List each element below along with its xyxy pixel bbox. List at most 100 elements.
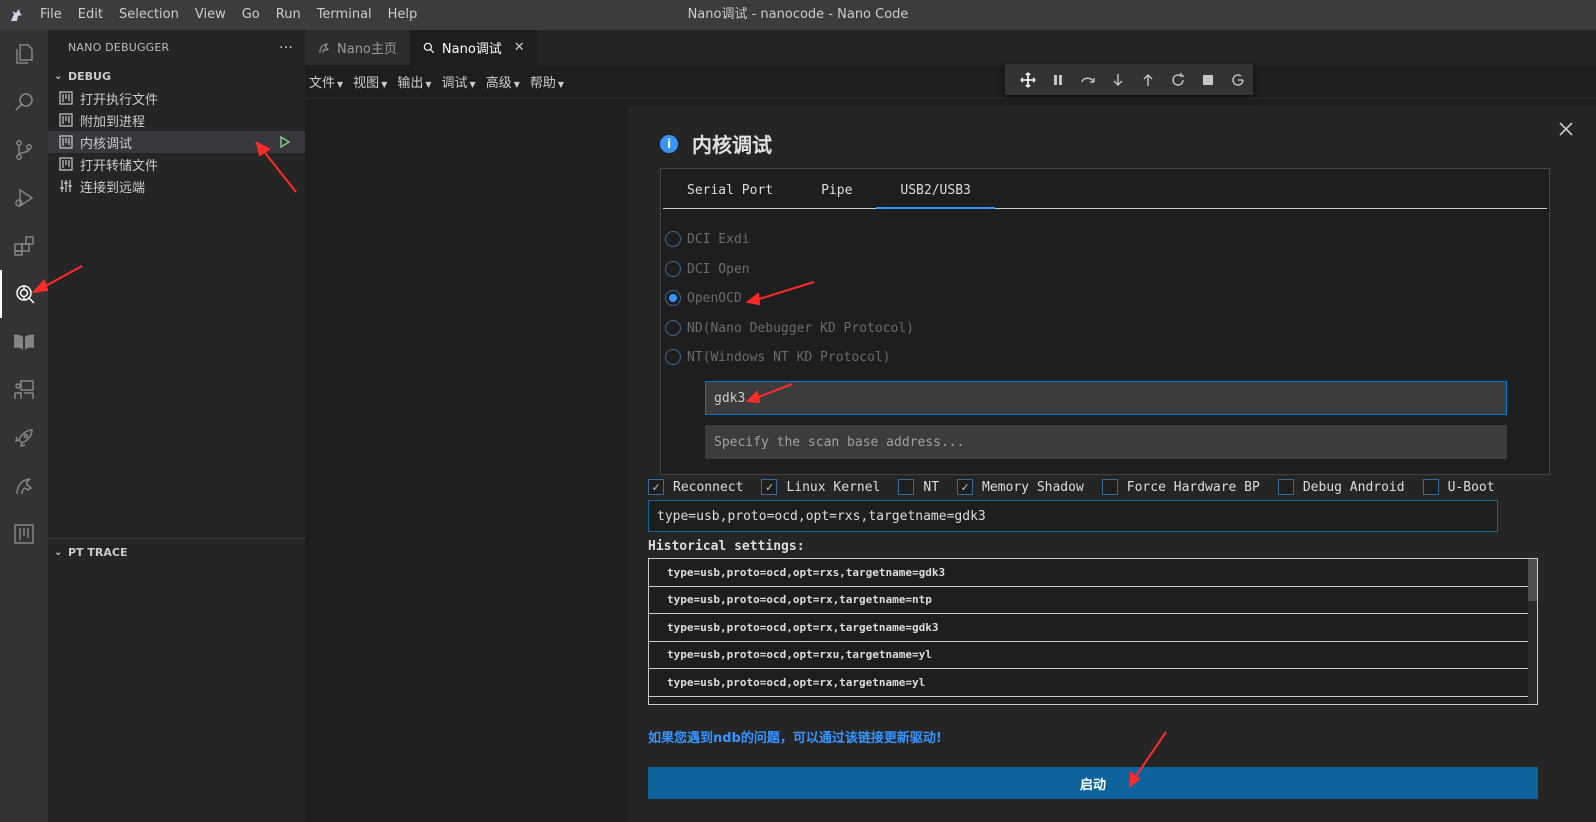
driver-update-link[interactable]: 如果您遇到ndb的问题，可以通过该链接更新驱动! xyxy=(648,727,942,746)
tab-nano-home[interactable]: Nano主页 xyxy=(305,30,410,65)
scan-base-input[interactable] xyxy=(705,425,1507,459)
history-row[interactable]: type=usb,proto=ocd,opt=rx,targetname=gdk… xyxy=(649,614,1529,642)
start-button[interactable]: 启动 xyxy=(648,767,1538,799)
menu-selection[interactable]: Selection xyxy=(111,0,187,30)
move-icon[interactable] xyxy=(1013,66,1043,94)
source-control-icon[interactable] xyxy=(0,126,48,174)
radio-label: OpenOCD xyxy=(687,290,742,306)
option-linux-kernel[interactable]: ✓ Linux Kernel xyxy=(761,479,880,495)
remote-icon[interactable] xyxy=(0,366,48,414)
tab-nano-debug[interactable]: Nano调试 ✕ xyxy=(409,30,538,65)
info-icon: i xyxy=(660,134,678,153)
editor-menu-view[interactable]: 视图 ▼ xyxy=(349,72,393,91)
tab-label: Nano主页 xyxy=(337,42,397,57)
rocket-icon[interactable] xyxy=(0,414,48,462)
restart-icon[interactable] xyxy=(1163,66,1193,94)
pt-trace-header[interactable]: ⌄ PT TRACE xyxy=(48,541,305,563)
radio-button[interactable] xyxy=(665,290,681,306)
menu-terminal[interactable]: Terminal xyxy=(309,0,380,30)
horse-icon[interactable] xyxy=(0,462,48,510)
search-icon[interactable] xyxy=(0,78,48,126)
run-icon[interactable] xyxy=(279,135,291,153)
caret-down-icon: ▼ xyxy=(381,80,388,89)
sidebar-item-kernel-debug[interactable]: 内核调试 xyxy=(48,131,305,153)
board-icon[interactable] xyxy=(0,510,48,558)
extensions-icon[interactable] xyxy=(0,222,48,270)
book-icon[interactable] xyxy=(0,318,48,366)
radio-button[interactable] xyxy=(665,320,681,336)
radio-button[interactable] xyxy=(665,349,681,365)
checkbox-checked[interactable]: ✓ xyxy=(648,479,664,495)
radio-button[interactable] xyxy=(665,231,681,247)
menu-help[interactable]: Help xyxy=(380,0,426,30)
checkbox-checked[interactable]: ✓ xyxy=(761,479,778,495)
caret-down-icon: ▼ xyxy=(425,80,432,89)
tab-usb[interactable]: USB2/USB3 xyxy=(876,169,995,209)
menu-view[interactable]: View xyxy=(187,0,234,30)
option-force-hardware-bp[interactable]: Force Hardware BP xyxy=(1101,479,1260,495)
menu-go[interactable]: Go xyxy=(234,0,268,30)
editor-menu-help[interactable]: 帮助 ▼ xyxy=(526,72,570,91)
sidebar-item-open-dump[interactable]: 打开转储文件 xyxy=(48,153,305,175)
checkbox-unchecked[interactable] xyxy=(1277,479,1294,495)
sidebar-item-label: 打开转储文件 xyxy=(80,158,159,174)
history-row[interactable]: type=usb,proto=ocd,opt=rx,targetname=ntp xyxy=(649,587,1529,614)
sidebar-title: NANO DEBUGGER xyxy=(68,41,170,54)
radio-dci-exdi[interactable]: DCI Exdi xyxy=(665,231,750,247)
option-debug-android[interactable]: Debug Android xyxy=(1277,479,1405,495)
history-row[interactable]: type=usb,proto=ocd,opt=rxu,targetname=yl xyxy=(649,642,1529,669)
pause-icon[interactable] xyxy=(1043,66,1073,94)
close-icon[interactable]: ✕ xyxy=(514,40,525,55)
activity-bar xyxy=(0,30,48,822)
menu-file[interactable]: File xyxy=(32,0,70,30)
radio-dci-open[interactable]: DCI Open xyxy=(665,261,750,277)
run-debug-icon[interactable] xyxy=(0,174,48,222)
checkbox-unchecked[interactable] xyxy=(1101,479,1118,495)
radio-nt[interactable]: NT(Windows NT KD Protocol) xyxy=(665,349,891,365)
disconnect-icon[interactable] xyxy=(1223,66,1253,94)
kernel-debug-dialog: i 内核调试 Serial Port Pipe USB2/USB3 DCI Ex… xyxy=(628,105,1596,822)
editor-menu-bar: 文件 ▼ 视图 ▼ 输出 ▼ 调试 ▼ 高级 ▼ 帮助 ▼ xyxy=(305,65,1596,99)
option-nt[interactable]: NT xyxy=(898,479,939,495)
debug-section-label: DEBUG xyxy=(68,69,111,83)
radio-label: DCI Exdi xyxy=(687,231,750,247)
sidebar-item-attach-process[interactable]: 附加到进程 xyxy=(48,109,305,131)
step-over-icon[interactable] xyxy=(1073,66,1103,94)
tab-pipe[interactable]: Pipe xyxy=(797,169,876,209)
sidebar-item-open-executable[interactable]: 打开执行文件 xyxy=(48,87,305,109)
menu-run[interactable]: Run xyxy=(268,0,309,30)
history-row[interactable]: type=usb,proto=ocd,opt=rxs,targetname=gd… xyxy=(649,559,1529,587)
close-icon[interactable] xyxy=(1556,119,1576,139)
checkbox-checked[interactable]: ✓ xyxy=(957,479,974,495)
chevron-down-icon: ⌄ xyxy=(54,70,63,82)
history-row[interactable]: type=usb,proto=ocd,opt=rx,targetname=yl xyxy=(649,669,1529,697)
command-line-input[interactable] xyxy=(648,500,1498,532)
tab-serial-port[interactable]: Serial Port xyxy=(663,169,797,209)
board-icon xyxy=(58,112,74,128)
editor-menu-debug[interactable]: 调试 ▼ xyxy=(438,72,482,91)
editor-menu-advanced[interactable]: 高级 ▼ xyxy=(482,72,526,91)
target-name-input[interactable] xyxy=(705,381,1507,415)
option-u-boot[interactable]: U-Boot xyxy=(1422,479,1495,495)
sidebar-item-connect-remote[interactable]: 连接到远端 xyxy=(48,175,305,197)
stop-icon[interactable] xyxy=(1193,66,1223,94)
radio-nd[interactable]: ND(Nano Debugger KD Protocol) xyxy=(665,320,914,336)
menu-edit[interactable]: Edit xyxy=(70,0,111,30)
history-list: type=usb,proto=ocd,opt=rxs,targetname=gd… xyxy=(648,558,1538,705)
scrollbar-thumb[interactable] xyxy=(1528,559,1537,601)
debug-section-header[interactable]: ⌄ DEBUG xyxy=(48,65,305,87)
editor-menu-file[interactable]: 文件 ▼ xyxy=(305,72,349,91)
explorer-icon[interactable] xyxy=(0,30,48,78)
nano-debugger-icon[interactable] xyxy=(0,270,48,318)
more-actions-icon[interactable]: ··· xyxy=(279,40,293,56)
checkbox-unchecked[interactable] xyxy=(1422,479,1439,495)
editor-menu-output[interactable]: 输出 ▼ xyxy=(393,72,437,91)
option-memory-shadow[interactable]: ✓ Memory Shadow xyxy=(957,479,1084,495)
option-reconnect[interactable]: ✓ Reconnect xyxy=(648,479,743,495)
radio-button[interactable] xyxy=(665,261,681,277)
step-into-icon[interactable] xyxy=(1103,66,1133,94)
history-scrollbar[interactable] xyxy=(1528,559,1537,704)
step-out-icon[interactable] xyxy=(1133,66,1163,94)
checkbox-unchecked[interactable] xyxy=(898,479,915,495)
radio-openocd[interactable]: OpenOCD xyxy=(665,290,742,306)
